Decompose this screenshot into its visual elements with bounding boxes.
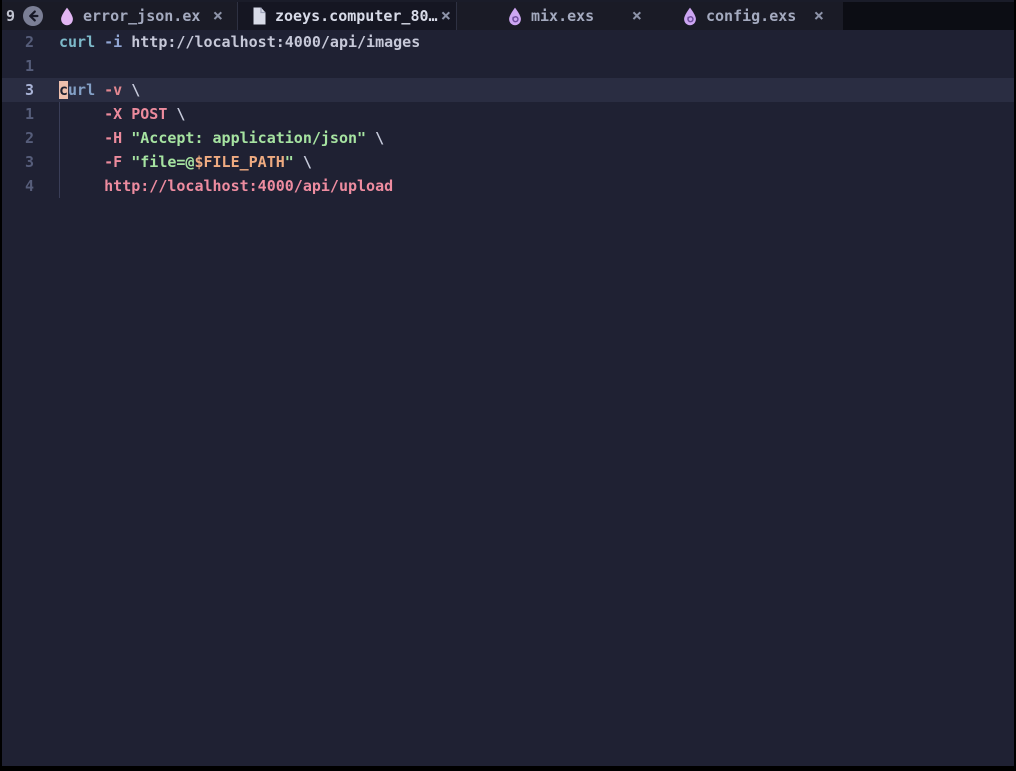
- code-text: -F "file=@$FILE_PATH" \: [59, 150, 312, 174]
- code-token: [122, 153, 131, 171]
- code-token: POST: [131, 105, 167, 123]
- code-line[interactable]: 2 curl -i http://localhost:4000/api/image…: [2, 30, 1014, 54]
- code-line[interactable]: 3 -F "file=@$FILE_PATH" \: [2, 150, 1014, 174]
- file-icon: [252, 7, 267, 26]
- line-number: 4: [2, 174, 34, 198]
- code-token: "file=@: [131, 153, 194, 171]
- code-token: ": [285, 153, 294, 171]
- code-token: [59, 129, 104, 147]
- code-buffer: 2 curl -i http://localhost:4000/api/image…: [2, 30, 1014, 198]
- code-token: -H: [104, 129, 122, 147]
- line-number: 2: [2, 126, 34, 150]
- code-token: -X: [104, 105, 122, 123]
- code-token: [95, 33, 104, 51]
- code-token: \: [167, 105, 185, 123]
- code-token: [95, 81, 104, 99]
- code-token: [122, 129, 131, 147]
- line-number: 1: [2, 102, 34, 126]
- code-line[interactable]: 3 curl -v \: [2, 78, 1014, 102]
- code-token: "Accept: application/json": [131, 129, 366, 147]
- arrow-left-icon[interactable]: [22, 5, 44, 27]
- tab-label: mix.exs: [531, 7, 594, 25]
- code-line[interactable]: 1 -X POST \: [2, 102, 1014, 126]
- code-token: -v: [104, 81, 122, 99]
- code-line[interactable]: 1: [2, 54, 1014, 78]
- code-text: http://localhost:4000/api/upload: [59, 174, 393, 198]
- tab-label: zoeys.computer_80…: [275, 7, 438, 25]
- code-token: http://localhost:4000/api/images: [122, 33, 420, 51]
- code-token: -i: [104, 33, 122, 51]
- line-number: 2: [2, 30, 34, 54]
- elixir-drop-icon: [508, 7, 523, 26]
- code-token: [59, 105, 104, 123]
- close-icon[interactable]: ×: [814, 8, 824, 25]
- elixir-drop-icon: [60, 7, 75, 26]
- code-token: url: [68, 81, 95, 99]
- editor-area[interactable]: 2 curl -i http://localhost:4000/api/image…: [2, 30, 1014, 766]
- tab-config.exs[interactable]: config.exs ×: [662, 2, 843, 30]
- code-token: \: [122, 81, 140, 99]
- tabs-container: error_json.ex×zoeys.computer_80…×mix.exs…: [48, 2, 843, 30]
- code-text: -X POST \: [59, 102, 185, 126]
- code-text: curl -i http://localhost:4000/api/images: [59, 30, 420, 54]
- close-icon[interactable]: ×: [213, 8, 223, 25]
- code-token: \: [366, 129, 384, 147]
- tab-bar-filler: [843, 2, 1014, 30]
- code-token: [59, 153, 104, 171]
- tab-bar-left-group: 9: [2, 2, 48, 30]
- cursor: c: [59, 81, 68, 99]
- line-number: 3: [2, 150, 34, 174]
- tab-mix.exs[interactable]: mix.exs ×: [457, 2, 662, 30]
- code-text: curl -v \: [59, 78, 140, 102]
- tab-label: config.exs: [706, 7, 796, 25]
- elixir-drop-icon: [683, 7, 698, 26]
- code-token: -F: [104, 153, 122, 171]
- line-number: 3: [2, 78, 34, 102]
- code-token: [59, 177, 104, 195]
- window-count-badge: 9: [6, 7, 15, 25]
- close-icon[interactable]: ×: [632, 8, 642, 25]
- close-icon[interactable]: ×: [441, 8, 451, 25]
- code-token: curl: [59, 33, 95, 51]
- code-token: http://localhost:4000/api/upload: [104, 177, 393, 195]
- tab-label: error_json.ex: [83, 7, 200, 25]
- code-text: -H "Accept: application/json" \: [59, 126, 384, 150]
- tab-zoeys.computer_80-[interactable]: zoeys.computer_80…×: [238, 2, 456, 30]
- code-token: [122, 105, 131, 123]
- indent-guide: [59, 102, 60, 198]
- tab-error_json.ex[interactable]: error_json.ex ×: [48, 2, 237, 30]
- code-line[interactable]: 2 -H "Accept: application/json" \: [2, 126, 1014, 150]
- code-line[interactable]: 4 http://localhost:4000/api/upload: [2, 174, 1014, 198]
- line-number: 1: [2, 54, 34, 78]
- code-token: \: [294, 153, 312, 171]
- code-token: $FILE_PATH: [194, 153, 284, 171]
- tab-bar: 9 error_json.ex×zoeys.computer_80…×mix.e…: [2, 0, 1014, 30]
